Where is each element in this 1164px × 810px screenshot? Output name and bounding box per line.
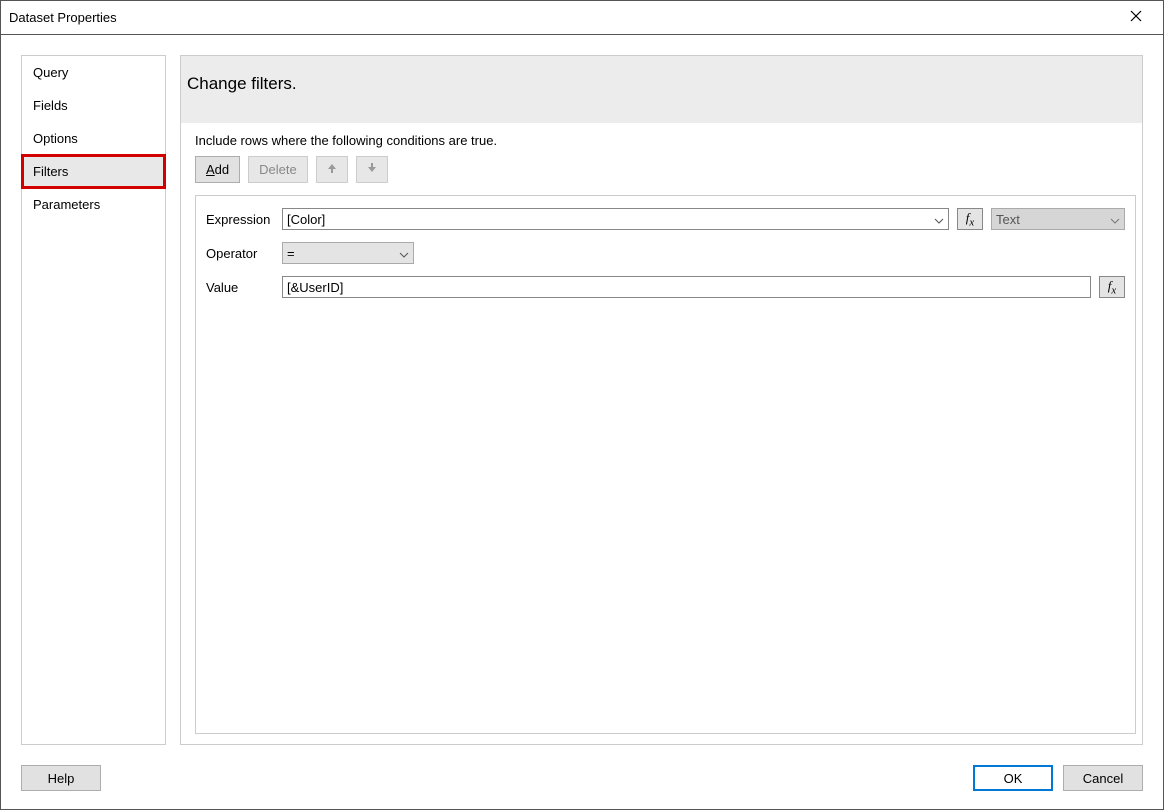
expression-combo[interactable]: [282, 208, 949, 230]
help-button-label: Help: [48, 771, 75, 786]
move-up-button[interactable]: [316, 156, 348, 183]
expression-row: Expression fx: [206, 208, 1125, 230]
sidebar-item-label: Fields: [33, 98, 68, 113]
dialog-body: Query Fields Options Filters Parameters …: [1, 35, 1163, 755]
filter-panel: Expression fx: [195, 195, 1136, 734]
close-button[interactable]: [1121, 3, 1151, 33]
value-label: Value: [206, 280, 274, 295]
sidebar-item-query[interactable]: Query: [22, 56, 165, 89]
window-title: Dataset Properties: [9, 10, 117, 25]
ok-button[interactable]: OK: [973, 765, 1053, 791]
delete-button[interactable]: Delete: [248, 156, 308, 183]
operator-input[interactable]: [282, 242, 414, 264]
cancel-button[interactable]: Cancel: [1063, 765, 1143, 791]
expression-label: Expression: [206, 212, 274, 227]
fx-icon: fx: [966, 210, 974, 229]
sidebar-item-label: Parameters: [33, 197, 100, 212]
titlebar: Dataset Properties: [1, 1, 1163, 35]
move-down-button[interactable]: [356, 156, 388, 183]
add-button-label: Add: [206, 162, 229, 177]
expression-fx-button[interactable]: fx: [957, 208, 983, 230]
sidebar-item-parameters[interactable]: Parameters: [22, 188, 165, 221]
cancel-button-label: Cancel: [1083, 771, 1123, 786]
hint-text: Include rows where the following conditi…: [195, 133, 1136, 148]
sidebar-item-options[interactable]: Options: [22, 122, 165, 155]
close-icon: [1130, 10, 1142, 25]
value-input[interactable]: [282, 276, 1091, 298]
delete-button-label: Delete: [259, 162, 297, 177]
add-button[interactable]: Add: [195, 156, 240, 183]
type-input[interactable]: [991, 208, 1125, 230]
operator-combo[interactable]: [282, 242, 414, 264]
expression-input[interactable]: [282, 208, 949, 230]
value-row: Value fx: [206, 276, 1125, 298]
dialog-footer: Help OK Cancel: [1, 755, 1163, 809]
help-button[interactable]: Help: [21, 765, 101, 791]
sidebar-item-label: Filters: [33, 164, 68, 179]
ok-button-label: OK: [1004, 771, 1023, 786]
sidebar-item-fields[interactable]: Fields: [22, 89, 165, 122]
filter-toolbar: Add Delete: [195, 156, 1136, 183]
main-content: Include rows where the following conditi…: [181, 123, 1142, 744]
operator-label: Operator: [206, 246, 274, 261]
value-fx-button[interactable]: fx: [1099, 276, 1125, 298]
main-panel: Change filters. Include rows where the f…: [180, 55, 1143, 745]
sidebar-item-label: Query: [33, 65, 68, 80]
sidebar-item-label: Options: [33, 131, 78, 146]
fx-icon: fx: [1108, 278, 1116, 297]
dialog-window: Dataset Properties Query Fields Options …: [0, 0, 1164, 810]
sidebar-item-filters[interactable]: Filters: [22, 155, 165, 188]
arrow-down-icon: [366, 162, 378, 177]
sidebar: Query Fields Options Filters Parameters: [21, 55, 166, 745]
type-combo[interactable]: [991, 208, 1125, 230]
operator-row: Operator: [206, 242, 1125, 264]
arrow-up-icon: [326, 162, 338, 177]
page-heading: Change filters.: [181, 56, 1142, 123]
